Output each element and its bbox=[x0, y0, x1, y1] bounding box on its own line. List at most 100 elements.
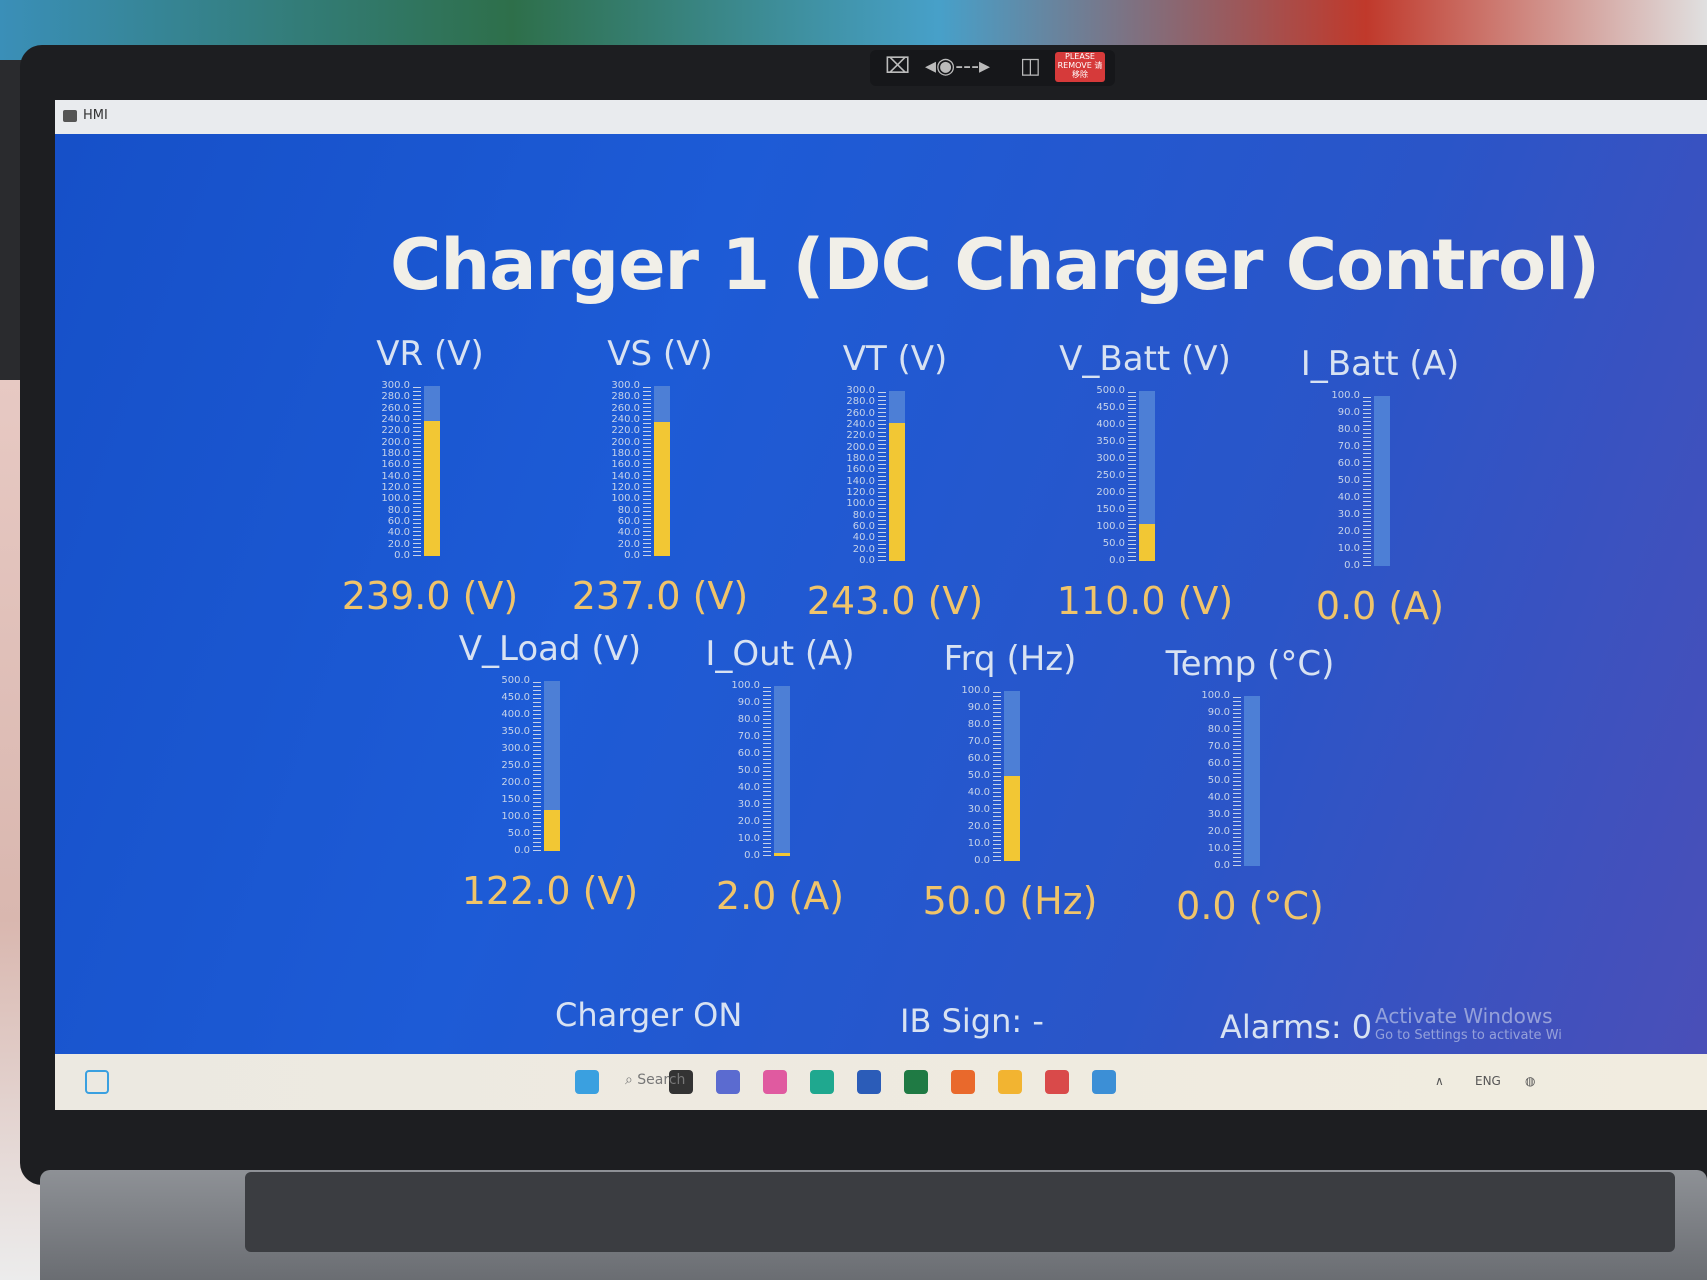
gauge-tick-label: 50.0 bbox=[967, 770, 990, 781]
window-titlebar: HMI bbox=[55, 100, 1707, 134]
windows-start-icon[interactable] bbox=[575, 1070, 599, 1094]
gauge-bar-fill bbox=[774, 852, 790, 856]
gauge-tick-label: 100.0 bbox=[1201, 690, 1230, 701]
folder-icon[interactable] bbox=[998, 1070, 1022, 1094]
gauge-label: VR (V) bbox=[376, 334, 484, 374]
gauge-scale: 100.0 90.0 80.0 70.0 60.0 50.0 40.0 30.0 20.0 10.… bbox=[1180, 691, 1230, 871]
gauge-tick-label: 180.0 bbox=[846, 453, 875, 464]
watermark-subtitle: Go to Settings to activate Wi bbox=[1375, 1028, 1562, 1043]
word-icon[interactable] bbox=[857, 1070, 881, 1094]
gauge-tick-label: 40.0 bbox=[737, 782, 760, 793]
gauge-tick-label: 240.0 bbox=[381, 414, 410, 425]
gauge-tick-label: 30.0 bbox=[1207, 809, 1230, 820]
gauge-tick-label: 60.0 bbox=[852, 521, 875, 532]
gauge-tick-label: 300.0 bbox=[1096, 453, 1125, 464]
teams-icon[interactable] bbox=[716, 1070, 740, 1094]
gauge-tick-label: 60.0 bbox=[967, 753, 990, 764]
gauge-scale: 500.0 450.0 400.0 350.0 300.0 250.0 200.0 150.0… bbox=[1075, 386, 1125, 566]
gauge-tick-label: 20.0 bbox=[967, 821, 990, 832]
gauge-tick-label: 90.0 bbox=[1337, 407, 1360, 418]
gauge-value: 2.0 (A) bbox=[715, 874, 845, 918]
gauge-tick-label: 0.0 bbox=[744, 850, 760, 861]
gauge-tick-label: 200.0 bbox=[1096, 487, 1125, 498]
gauge-tick-label: 100.0 bbox=[961, 685, 990, 696]
gauge-tick-label: 40.0 bbox=[1337, 492, 1360, 503]
gauge-tick-label: 0.0 bbox=[394, 550, 410, 561]
gauge-tick-label: 20.0 bbox=[617, 538, 640, 550]
edge-icon[interactable] bbox=[810, 1070, 834, 1094]
gauge-tick-label: 40.0 bbox=[1207, 792, 1230, 803]
tray-chevron-icon[interactable]: ∧ bbox=[1435, 1074, 1444, 1088]
copilot-icon[interactable] bbox=[763, 1070, 787, 1094]
gauge-tick-label: 120.0 bbox=[846, 487, 875, 498]
gauge-tick-label: 90.0 bbox=[967, 702, 990, 713]
gauge-tick-label: 50.0 bbox=[1207, 775, 1230, 786]
language-indicator[interactable]: ENG bbox=[1475, 1074, 1501, 1088]
gauge-ruler bbox=[1233, 696, 1241, 866]
camera-off-icon: ⌧ bbox=[885, 54, 911, 79]
gauge-tick-label: 0.0 bbox=[624, 550, 640, 561]
gauge-bar-track bbox=[544, 681, 560, 851]
gauge-tick-label: 240.0 bbox=[846, 419, 875, 430]
gauge-tick-label: 40.0 bbox=[617, 527, 640, 539]
gauge-tick-label: 240.0 bbox=[611, 414, 640, 425]
gauge-scale: 100.0 90.0 80.0 70.0 60.0 50.0 40.0 30.0 20.0 10.… bbox=[940, 686, 990, 866]
gauge-tick-label: 260.0 bbox=[381, 402, 410, 414]
excel-icon[interactable] bbox=[904, 1070, 928, 1094]
gauge-tick-label: 10.0 bbox=[967, 838, 990, 849]
hmi-dashboard: Charger 1 (DC Charger Control) VR (V) 300… bbox=[55, 134, 1707, 1054]
gauge-tick-label: 140.0 bbox=[611, 470, 640, 482]
gauge-tick-label: 350.0 bbox=[1096, 436, 1125, 447]
gauge-label: Frq (Hz) bbox=[943, 639, 1077, 679]
taskbar-search-label: Search bbox=[637, 1072, 686, 1088]
gauge-tick-label: 250.0 bbox=[501, 760, 530, 771]
gauge-tick-label: 250.0 bbox=[1096, 470, 1125, 481]
gauge-scale: 300.0 280.0 260.0 240.0 220.0 200.0 180.0 160.0… bbox=[590, 381, 640, 561]
gauge-ruler bbox=[993, 691, 1001, 861]
network-icon[interactable]: ◍ bbox=[1525, 1074, 1535, 1088]
gauge-tick-label: 300.0 bbox=[611, 380, 640, 391]
gauge-ruler bbox=[763, 686, 771, 856]
firefox-icon[interactable] bbox=[951, 1070, 975, 1094]
gauge-label: V_Batt (V) bbox=[1059, 339, 1231, 379]
gauge-scale: 300.0 280.0 260.0 240.0 220.0 200.0 180.0 160.0… bbox=[825, 386, 875, 566]
gauge-label: I_Out (A) bbox=[705, 634, 855, 674]
watermark-title: Activate Windows bbox=[1375, 1004, 1553, 1028]
gauge-tick-label: 100.0 bbox=[501, 811, 530, 822]
gauge-ruler bbox=[1363, 396, 1371, 566]
gauge-tick-label: 0.0 bbox=[1109, 555, 1125, 566]
gauge-tick-label: 60.0 bbox=[1337, 458, 1360, 469]
gauge-tick-label: 40.0 bbox=[967, 787, 990, 798]
page-title: Charger 1 (DC Charger Control) bbox=[390, 224, 1600, 306]
gauge-tick-label: 40.0 bbox=[387, 527, 410, 539]
gauge-tick-label: 80.0 bbox=[617, 504, 640, 516]
gauge-tick-label: 200.0 bbox=[381, 436, 410, 448]
gauge-tick-label: 80.0 bbox=[737, 714, 760, 725]
gauge-label: Temp (°C) bbox=[1165, 644, 1335, 684]
gauge-ruler bbox=[643, 386, 651, 556]
gauge-tick-label: 220.0 bbox=[381, 425, 410, 437]
gauge-tick-label: 20.0 bbox=[737, 816, 760, 827]
gauge-tick-label: 500.0 bbox=[1096, 385, 1125, 396]
gauge-tick-label: 90.0 bbox=[737, 697, 760, 708]
gauge-tick-label: 0.0 bbox=[514, 845, 530, 856]
gauge-tick-label: 180.0 bbox=[611, 448, 640, 459]
gauge-tick-label: 450.0 bbox=[501, 692, 530, 703]
gauge-tick-label: 350.0 bbox=[501, 726, 530, 737]
taskbar-search[interactable]: ⌕ Search bbox=[625, 1072, 685, 1088]
gauge-tick-label: 120.0 bbox=[611, 482, 640, 493]
ib-sign-status: IB Sign: - bbox=[900, 1002, 1044, 1040]
gauge-value: 122.0 (V) bbox=[461, 869, 639, 913]
gauge-tick-label: 0.0 bbox=[974, 855, 990, 866]
gauge-ruler bbox=[878, 391, 886, 561]
gauge-tick-label: 20.0 bbox=[387, 538, 410, 550]
windows-taskbar: ⌕ Search ∧ ENG ◍ bbox=[55, 1054, 1707, 1110]
app-icon[interactable] bbox=[1045, 1070, 1069, 1094]
widgets-icon[interactable] bbox=[85, 1070, 109, 1094]
gauge-tick-label: 160.0 bbox=[611, 459, 640, 471]
gauge-tick-label: 150.0 bbox=[501, 794, 530, 805]
gauge-bar-fill bbox=[544, 809, 560, 851]
gauge-tick-label: 80.0 bbox=[1337, 424, 1360, 435]
charger-status: Charger ON bbox=[555, 996, 743, 1034]
hmi-app-icon[interactable] bbox=[1092, 1070, 1116, 1094]
